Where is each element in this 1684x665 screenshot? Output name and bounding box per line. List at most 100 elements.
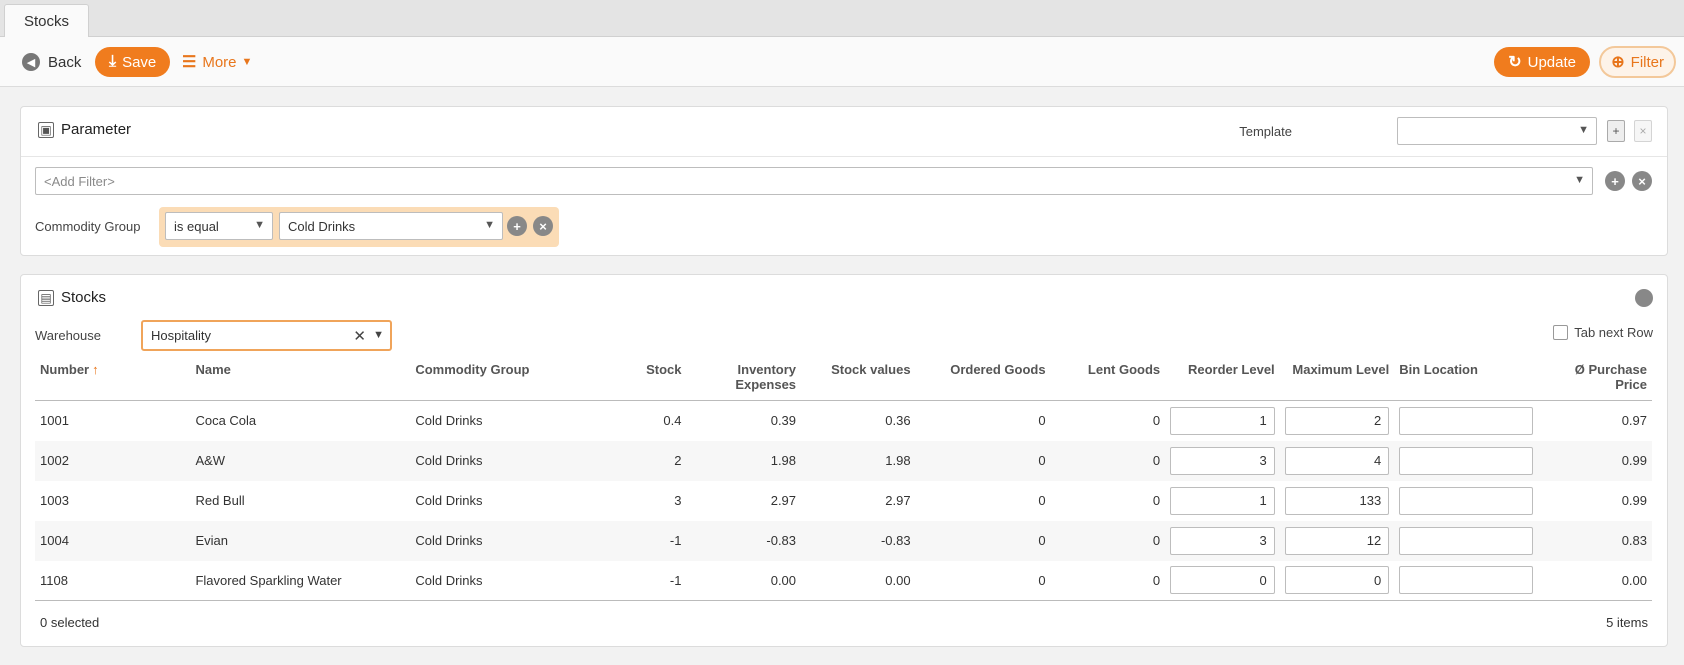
column-header[interactable]: Stock	[594, 357, 687, 401]
palette-icon[interactable]	[1635, 289, 1653, 307]
column-header[interactable]: Inventory Expenses	[686, 357, 802, 401]
inv_exp-cell: 0.39	[770, 413, 797, 429]
tab-next-row-checkbox[interactable]	[1553, 325, 1569, 340]
back-button[interactable]: ◀ Back	[22, 50, 81, 74]
table-row[interactable]: 1003 Red Bull Cold Drinks 3 2.97 2.97 0 0 1 133 0.…	[35, 481, 1652, 521]
update-button[interactable]: ↻ Update	[1494, 47, 1590, 77]
reorder-input[interactable]: 1	[1170, 486, 1275, 515]
more-button[interactable]: ☰ More ▼	[182, 50, 252, 74]
reorder-input[interactable]: 1	[1170, 406, 1275, 435]
divider	[21, 156, 1667, 157]
name-cell: A&W	[190, 440, 411, 481]
stock-cell: -1	[594, 560, 687, 601]
max-cell: 133	[1280, 481, 1395, 521]
lent-cell: 0	[1152, 413, 1161, 429]
tab-stocks[interactable]: Stocks	[4, 4, 89, 38]
number-cell: 1002	[35, 440, 191, 481]
column-header[interactable]: Maximum Level	[1279, 357, 1395, 401]
reorder-input[interactable]: 3	[1170, 526, 1275, 555]
add-condition-icon[interactable]: +	[507, 216, 527, 236]
reorder-input[interactable]: 3	[1170, 446, 1275, 475]
add-filter-icon[interactable]: +	[1605, 171, 1625, 191]
stock-cell: -1	[594, 520, 687, 561]
inv_exp-cell: -0.83	[686, 520, 802, 561]
remove-filter-icon[interactable]: ×	[1632, 171, 1652, 191]
max-input[interactable]: 2	[1284, 406, 1390, 435]
column-header[interactable]: Bin Location	[1394, 357, 1539, 401]
bin-input[interactable]	[1399, 406, 1534, 435]
name-cell: Red Bull	[195, 493, 245, 508]
table-row[interactable]: 1002 A&W Cold Drinks 2 1.98 1.98 0 0 3 4 0.99	[35, 440, 1652, 481]
max-input[interactable]: 4	[1284, 446, 1390, 475]
bin-cell	[1394, 440, 1539, 481]
number-cell: 1108	[35, 560, 191, 601]
template-label: Template	[1239, 124, 1292, 139]
group-cell: Cold Drinks	[415, 413, 483, 429]
operator-select[interactable]: is equal ▼	[165, 212, 273, 240]
stock_values-cell: 1.98	[801, 440, 916, 481]
bin-input[interactable]	[1399, 566, 1534, 595]
warehouse-combobox[interactable]: Hospitality ✕ ▼	[141, 320, 392, 351]
sort-ascending-icon: ↑	[92, 362, 99, 377]
refresh-icon: ↻	[1508, 54, 1522, 71]
column-header[interactable]: Lent Goods	[1050, 357, 1166, 401]
bin-input[interactable]	[1399, 526, 1534, 555]
ordered-cell: 0	[1038, 413, 1046, 429]
max-cell: 0	[1279, 560, 1395, 601]
inv_exp-cell: 0.00	[686, 560, 802, 601]
stock-cell: 3	[674, 493, 682, 508]
name-cell: Coca Cola	[195, 413, 257, 429]
number-cell: 1001	[40, 413, 69, 429]
column-header[interactable]: Ordered Goods	[915, 357, 1051, 401]
add-filter-select[interactable]: <Add Filter> ▼	[35, 167, 1593, 195]
max-input[interactable]: 12	[1284, 526, 1390, 555]
commodity-group-label: Commodity Group	[35, 219, 141, 234]
zoom-in-icon: ⊕	[1611, 54, 1625, 71]
column-header[interactable]: Number ↑	[35, 357, 191, 401]
add-template-icon[interactable]: +	[1607, 120, 1625, 142]
stock_values-cell: 0.36	[885, 413, 911, 429]
items-count: 5 items	[1606, 615, 1648, 630]
delete-template-icon[interactable]: ×	[1634, 120, 1652, 142]
max-cell: 2	[1280, 401, 1395, 441]
table-row[interactable]: 1108 Flavored Sparkling Water Cold Drinks -…	[35, 560, 1652, 601]
chevron-down-icon: ▼	[484, 219, 495, 231]
table-row[interactable]: 1004 Evian Cold Drinks -1 -0.83 -0.83 0 0 3 12 0.8…	[35, 520, 1652, 561]
name-cell: Evian	[190, 520, 411, 561]
tab-next-row-option[interactable]: Tab next Row	[1553, 325, 1653, 340]
bin-input[interactable]	[1399, 486, 1534, 515]
group-cell: Cold Drinks	[415, 493, 483, 508]
update-label: Update	[1527, 53, 1576, 71]
chevron-down-icon[interactable]: ▼	[373, 329, 384, 341]
column-header[interactable]: Name	[190, 357, 411, 401]
max-input[interactable]: 133	[1284, 486, 1390, 515]
column-header[interactable]: Ø Purchase Price	[1538, 357, 1652, 401]
column-header[interactable]: Stock values	[801, 357, 916, 401]
reorder-cell: 1	[1165, 481, 1280, 521]
filter-button[interactable]: ⊕ Filter	[1599, 46, 1676, 78]
stock_values-cell: 0.00	[801, 560, 916, 601]
template-select[interactable]: ▼	[1397, 117, 1597, 145]
bin-input[interactable]	[1399, 446, 1534, 475]
lent-cell: 0	[1050, 560, 1166, 601]
bin-cell	[1394, 560, 1539, 601]
number-cell: 1004	[35, 520, 191, 561]
stock-cell: 0.4	[663, 413, 682, 429]
reorder-cell: 0	[1165, 560, 1280, 601]
max-input[interactable]: 0	[1284, 566, 1390, 595]
reorder-input[interactable]: 0	[1170, 566, 1275, 595]
save-button[interactable]: ⤓ Save	[95, 47, 171, 77]
column-header[interactable]: Reorder Level	[1165, 357, 1280, 401]
column-header[interactable]: Commodity Group	[410, 357, 595, 401]
bin-cell	[1394, 401, 1538, 441]
stocks-table: Number ↑ Name Commodity Group Stock Inven…	[35, 357, 1652, 601]
clear-icon[interactable]: ✕	[353, 327, 366, 345]
number-cell: 1003	[40, 493, 69, 508]
filter-value-select[interactable]: Cold Drinks ▼	[279, 212, 503, 240]
lent-cell: 0	[1152, 493, 1161, 508]
boxes-icon: ▤	[38, 289, 54, 306]
remove-condition-icon[interactable]: ×	[533, 216, 553, 236]
max-cell: 12	[1279, 520, 1395, 561]
table-row[interactable]: 1001 Coca Cola Cold Drinks 0.4 0.39 0.36 0 0 1 2 0…	[35, 401, 1652, 441]
selected-count: 0 selected	[40, 615, 100, 630]
